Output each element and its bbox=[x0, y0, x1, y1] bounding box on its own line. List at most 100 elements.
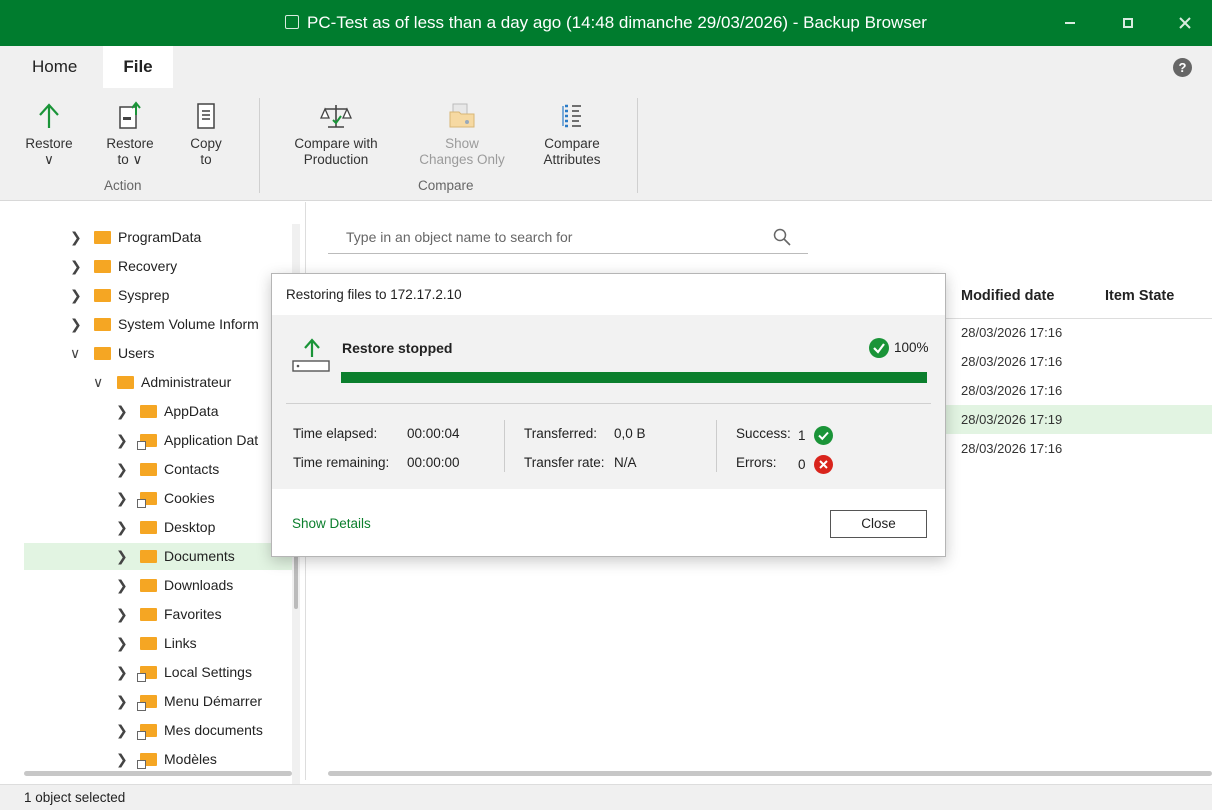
column-header-modified-date[interactable]: Modified date bbox=[961, 288, 1054, 304]
tree-item-menu-demarrer[interactable]: ❯ Menu Démarrer bbox=[116, 688, 292, 715]
copy-to-icon bbox=[180, 100, 232, 132]
folder-icon bbox=[117, 376, 134, 389]
tree-item-links[interactable]: ❯ Links bbox=[116, 630, 292, 657]
folder-icon bbox=[94, 289, 111, 302]
table-row[interactable]: 28/03/2026 17:16 bbox=[946, 434, 1212, 463]
close-button[interactable]: Close bbox=[830, 510, 927, 538]
table-row[interactable]: 28/03/2026 17:19 bbox=[946, 405, 1212, 434]
close-icon bbox=[1179, 17, 1191, 29]
table-row[interactable]: 28/03/2026 17:16 bbox=[946, 347, 1212, 376]
restore-button-dropdown: ∨ bbox=[44, 152, 54, 167]
tree-item-application-data[interactable]: ❯ Application Dat bbox=[116, 427, 292, 454]
tab-file[interactable]: File bbox=[103, 46, 173, 88]
time-elapsed-label: Time elapsed: bbox=[293, 426, 378, 441]
show-details-link[interactable]: Show Details bbox=[292, 516, 371, 531]
chevron-right-icon[interactable]: ❯ bbox=[70, 311, 86, 338]
chevron-right-icon[interactable]: ❯ bbox=[116, 427, 132, 454]
chevron-right-icon[interactable]: ❯ bbox=[116, 572, 132, 599]
ribbon-separator bbox=[637, 98, 638, 193]
restore-button[interactable]: Restore ∨ bbox=[22, 100, 76, 168]
chevron-right-icon[interactable]: ❯ bbox=[116, 514, 132, 541]
restore-to-button[interactable]: Restore to ∨ bbox=[101, 100, 159, 168]
chevron-right-icon[interactable]: ❯ bbox=[116, 717, 132, 744]
tree-item-sysprep[interactable]: ❯ Sysprep bbox=[70, 282, 292, 309]
copy-to-button[interactable]: Copy to bbox=[180, 100, 232, 168]
search-box[interactable]: Type in an object name to search for bbox=[328, 222, 808, 254]
transferred-value: 0,0 B bbox=[614, 426, 646, 441]
chevron-right-icon[interactable]: ❯ bbox=[70, 282, 86, 309]
tree-item-programdata[interactable]: ❯ ProgramData bbox=[70, 224, 292, 251]
chevron-right-icon[interactable]: ❯ bbox=[116, 601, 132, 628]
table-row[interactable]: 28/03/2026 17:16 bbox=[946, 318, 1212, 347]
restore-to-icon bbox=[101, 100, 159, 132]
help-icon[interactable]: ? bbox=[1173, 58, 1192, 77]
tree-item-system-volume-information[interactable]: ❯ System Volume Inform bbox=[70, 311, 292, 338]
tree-item-modeles[interactable]: ❯ Modèles bbox=[116, 746, 292, 773]
folder-icon bbox=[140, 579, 157, 592]
success-check-icon bbox=[813, 426, 833, 445]
chevron-right-icon[interactable]: ❯ bbox=[70, 224, 86, 251]
chevron-right-icon[interactable]: ❯ bbox=[116, 456, 132, 483]
list-horizontal-scrollbar[interactable] bbox=[328, 771, 1212, 776]
tree-item-users[interactable]: ∨ Users bbox=[70, 340, 292, 367]
chevron-down-icon[interactable]: ∨ bbox=[70, 340, 86, 367]
tree-item-favorites[interactable]: ❯ Favorites bbox=[116, 601, 292, 628]
chevron-right-icon[interactable]: ❯ bbox=[116, 630, 132, 657]
chevron-right-icon[interactable]: ❯ bbox=[116, 398, 132, 425]
restore-arrow-icon bbox=[22, 100, 76, 132]
folder-icon bbox=[140, 608, 157, 621]
window-title: PC-Test as of less than a day ago (14:48… bbox=[0, 0, 1212, 46]
search-icon[interactable] bbox=[772, 227, 792, 247]
tree-horizontal-scrollbar[interactable] bbox=[24, 771, 292, 776]
minimize-button[interactable] bbox=[1045, 0, 1095, 46]
chevron-right-icon[interactable]: ❯ bbox=[116, 688, 132, 715]
chevron-right-icon[interactable]: ❯ bbox=[116, 543, 132, 570]
folder-tree: ❯ ProgramData ❯ Recovery ❯ Sysprep ❯ System … bbox=[0, 202, 306, 784]
restore-drive-icon bbox=[292, 338, 330, 372]
tree-item-local-settings[interactable]: ❯ Local Settings bbox=[116, 659, 292, 686]
maximize-button[interactable] bbox=[1103, 0, 1153, 46]
tree-item-label: Users bbox=[118, 345, 155, 361]
table-row[interactable]: 28/03/2026 17:16 bbox=[946, 376, 1212, 405]
chevron-right-icon[interactable]: ❯ bbox=[116, 485, 132, 512]
tree-item-label: Modèles bbox=[164, 751, 217, 767]
tree-item-downloads[interactable]: ❯ Downloads bbox=[116, 572, 292, 599]
tree-item-label: Local Settings bbox=[164, 664, 252, 680]
scrollbar-thumb[interactable] bbox=[294, 549, 298, 609]
tab-home[interactable]: Home bbox=[20, 46, 89, 88]
tree-item-administrateur[interactable]: ∨ Administrateur bbox=[93, 369, 292, 396]
search-input[interactable]: Type in an object name to search for bbox=[346, 229, 572, 245]
compare-attributes-button[interactable]: Compare Attributes bbox=[534, 100, 610, 168]
tree-item-appdata[interactable]: ❯ AppData bbox=[116, 398, 292, 425]
maximize-icon bbox=[1123, 17, 1133, 28]
chevron-down-icon[interactable]: ∨ bbox=[93, 369, 109, 396]
tree-item-mes-documents[interactable]: ❯ Mes documents bbox=[116, 717, 292, 744]
restore-progress-dialog: Restoring files to 172.17.2.10 Restore s… bbox=[271, 273, 946, 557]
folder-shortcut-icon bbox=[137, 434, 157, 450]
transfer-rate-value: N/A bbox=[614, 455, 637, 470]
restore-to-label: Restore bbox=[106, 136, 154, 151]
transfer-rate-label: Transfer rate: bbox=[524, 455, 605, 470]
column-header-item-state[interactable]: Item State bbox=[1105, 288, 1174, 304]
tree-item-documents[interactable]: ❯ Documents bbox=[24, 543, 292, 570]
folder-shortcut-icon bbox=[137, 695, 157, 711]
restore-window-icon bbox=[285, 15, 300, 29]
compare-attributes-label: Compare bbox=[544, 136, 600, 151]
tree-item-recovery[interactable]: ❯ Recovery bbox=[70, 253, 292, 280]
chevron-right-icon[interactable]: ❯ bbox=[116, 746, 132, 773]
tree-item-desktop[interactable]: ❯ Desktop bbox=[116, 514, 292, 541]
close-window-button[interactable] bbox=[1160, 0, 1210, 46]
show-changes-only-button[interactable]: Show Changes Only bbox=[414, 100, 510, 168]
status-text: 1 object selected bbox=[24, 790, 126, 805]
errors-count-row: 0 bbox=[798, 455, 833, 474]
tree-item-cookies[interactable]: ❯ Cookies bbox=[116, 485, 292, 512]
tree-item-label: AppData bbox=[164, 403, 219, 419]
compare-with-production-button[interactable]: Compare with Production bbox=[286, 100, 386, 168]
errors-count: 0 bbox=[798, 457, 806, 472]
modified-date-cell: 28/03/2026 17:16 bbox=[961, 354, 1063, 369]
folder-icon bbox=[140, 463, 157, 476]
chevron-right-icon[interactable]: ❯ bbox=[70, 253, 86, 280]
tree-item-contacts[interactable]: ❯ Contacts bbox=[116, 456, 292, 483]
title-bar: PC-Test as of less than a day ago (14:48… bbox=[0, 0, 1212, 46]
chevron-right-icon[interactable]: ❯ bbox=[116, 659, 132, 686]
